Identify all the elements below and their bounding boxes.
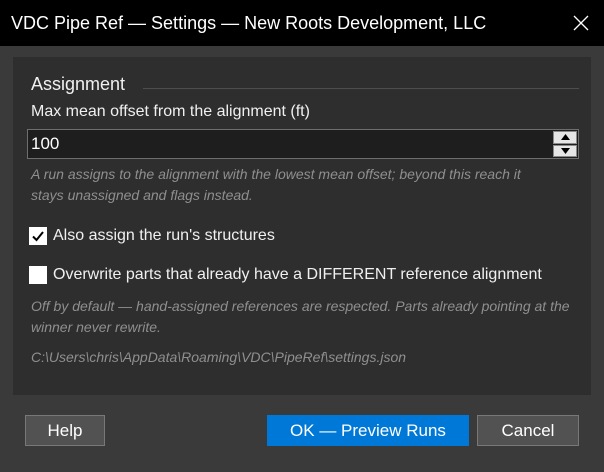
overwrite-parts-option[interactable]: Overwrite parts that already have a DIFF…	[29, 266, 542, 284]
chevron-down-icon	[560, 147, 570, 154]
cancel-button[interactable]: Cancel	[477, 415, 579, 446]
assignment-group-label: Assignment	[31, 74, 126, 94]
assign-structures-option[interactable]: Also assign the run's structures	[29, 227, 275, 245]
assign-structures-label: Also assign the run's structures	[53, 227, 275, 244]
offset-input[interactable]	[28, 130, 551, 158]
title-bar: VDC Pipe Ref — Settings — New Roots Deve…	[0, 0, 604, 46]
settings-path: C:\Users\chris\AppData\Roaming\VDC\PipeR…	[31, 349, 407, 365]
group-divider	[143, 88, 579, 89]
offset-spin-buttons	[553, 131, 577, 157]
overwrite-parts-label: Overwrite parts that already have a DIFF…	[53, 266, 542, 283]
chevron-up-icon	[560, 134, 570, 141]
assign-structures-checkbox[interactable]	[29, 227, 47, 245]
close-icon	[573, 15, 589, 31]
checkmark-icon	[32, 231, 44, 242]
overwrite-hint: Off by default — hand-assigned reference…	[31, 298, 570, 335]
close-button[interactable]	[558, 0, 604, 46]
offset-label: Max mean offset from the alignment (ft)	[31, 103, 310, 120]
help-button[interactable]: Help	[25, 415, 105, 446]
settings-panel: Assignment Max mean offset from the alig…	[13, 57, 591, 395]
spin-down-button[interactable]	[553, 144, 577, 157]
ok-preview-runs-button[interactable]: OK — Preview Runs	[267, 415, 469, 446]
overwrite-parts-checkbox[interactable]	[29, 266, 47, 284]
offset-stepper[interactable]	[27, 129, 579, 159]
window-title: VDC Pipe Ref — Settings — New Roots Deve…	[11, 12, 487, 33]
spin-up-button[interactable]	[553, 131, 577, 144]
offset-hint: A run assigns to the alignment with the …	[31, 166, 521, 203]
